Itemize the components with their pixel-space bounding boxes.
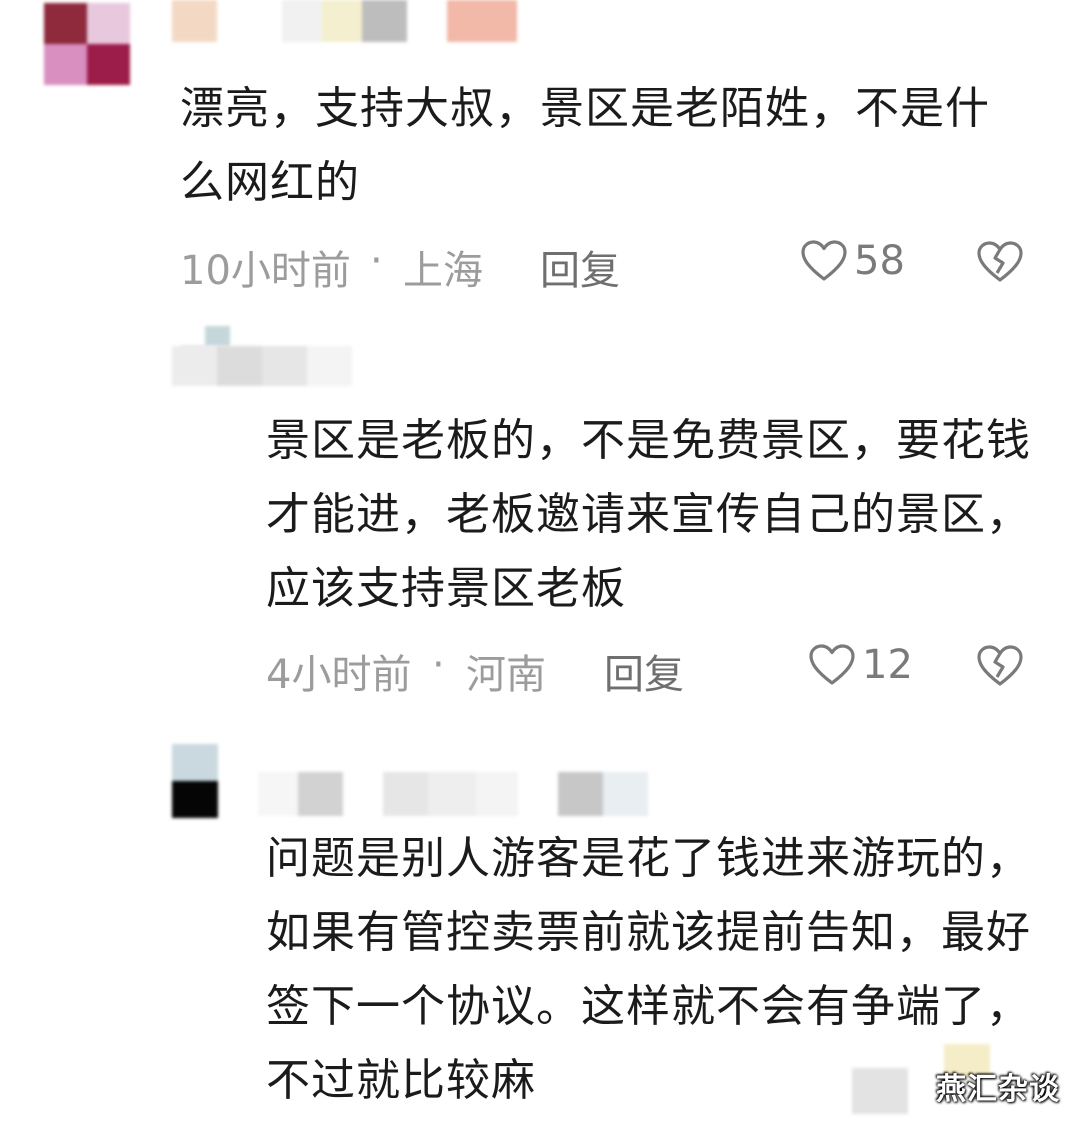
like-button[interactable]: 58 [800,238,905,284]
comment-text: 景区是老板的，不是免费景区，要花钱才能进，老板邀请来宣传自己的景区，应该支持景区… [266,415,1031,614]
like-count: 12 [862,642,913,688]
username-redacted[interactable] [172,0,517,42]
like-button[interactable]: 12 [808,642,913,688]
like-count: 58 [854,238,905,284]
comment-text: 问题是别人游客是花了钱进来游玩的，如果有管控卖票前就该提前告知，最好签下一个协议… [266,833,1031,1106]
broken-heart-icon[interactable] [976,644,1024,688]
timestamp: 10小时前 [180,248,351,294]
username-redacted[interactable] [258,772,716,816]
reply-button[interactable]: 回复 [604,642,684,700]
meta-separator: · [432,642,445,688]
watermark: 燕汇杂谈 [936,1072,1060,1107]
avatar[interactable] [172,744,218,818]
reply-button[interactable]: 回复 [540,238,620,296]
heart-outline-icon [809,644,855,685]
comment-text: 漂亮，支持大叔，景区是老陌姓，不是什么网红的 [180,83,990,208]
location: 河南 [466,652,546,698]
avatar[interactable] [44,3,130,85]
broken-heart-icon[interactable] [976,240,1024,284]
username-redacted[interactable] [172,346,352,386]
meta-separator: · [370,238,383,284]
heart-outline-icon [801,240,847,281]
redaction-patch [852,1068,908,1114]
timestamp: 4小时前 [266,652,412,698]
location: 上海 [403,248,483,294]
